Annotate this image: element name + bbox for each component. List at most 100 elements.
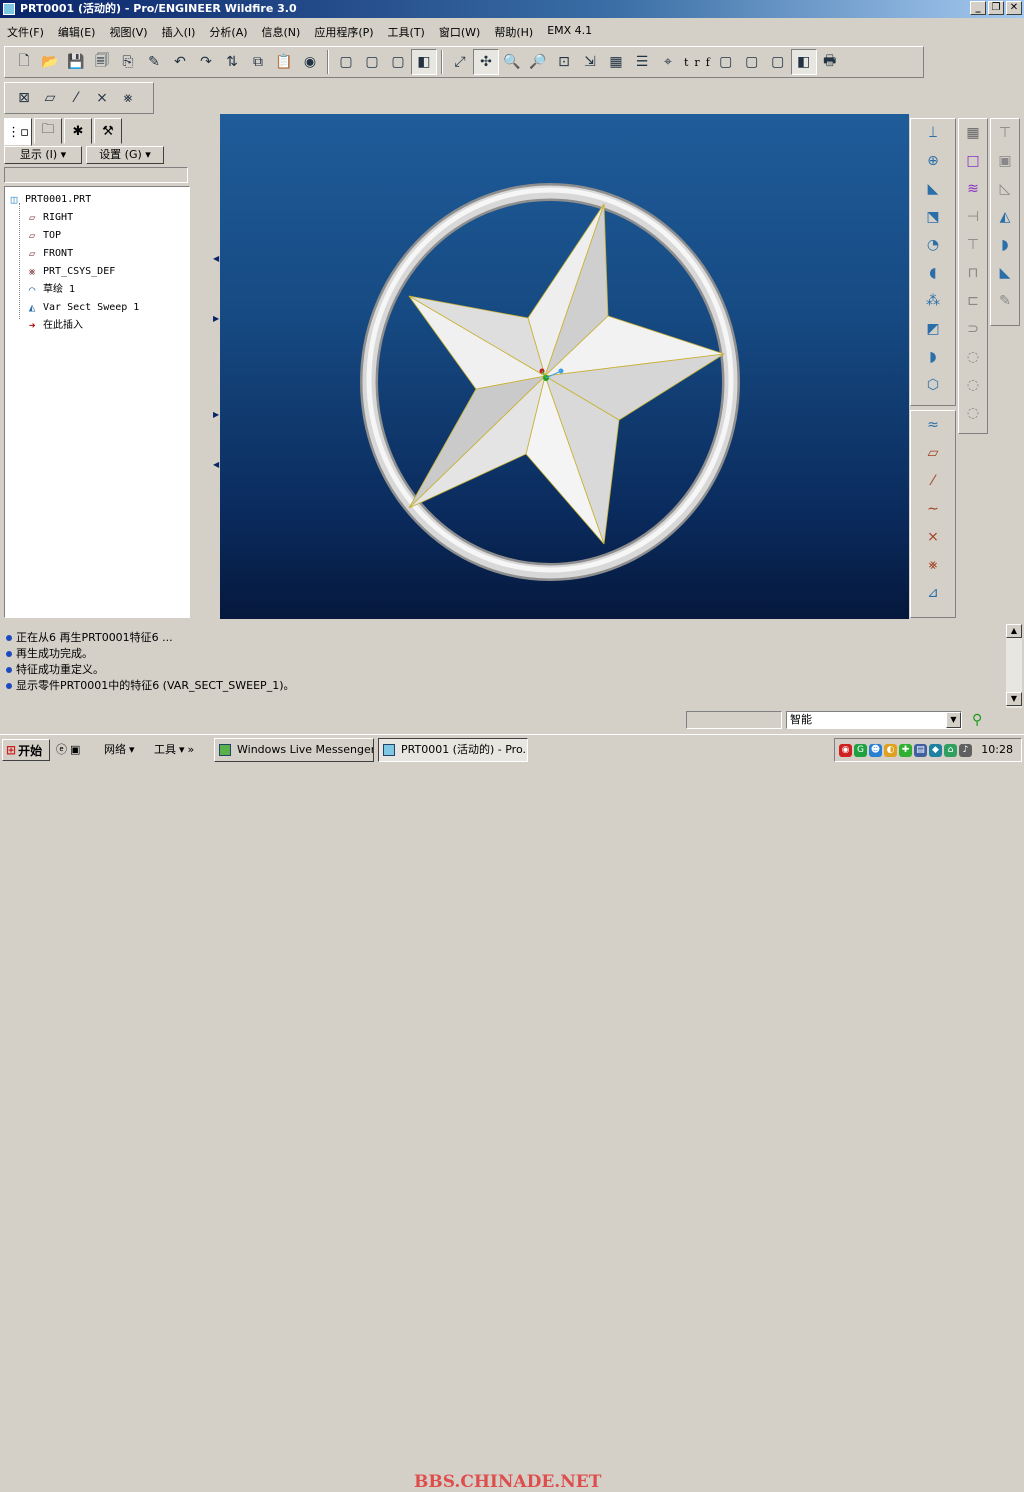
tab-model-tree[interactable]: ⋮▫ [4, 118, 32, 146]
tab-connections[interactable]: ⚒ [94, 118, 122, 144]
shading-icon[interactable]: ◧ [411, 49, 437, 75]
round-tool-icon[interactable]: ◔ [920, 231, 946, 259]
menu-analysis[interactable]: 分析(A) [202, 22, 254, 42]
solidify-icon[interactable]: ◌ [960, 371, 986, 399]
datum-tag-r[interactable]: r [691, 56, 702, 69]
desktop-icon[interactable]: ▣ [70, 743, 80, 756]
spinal-bend-icon[interactable]: ◗ [992, 231, 1018, 259]
grid-icon[interactable]: ▦ [960, 119, 986, 147]
hole-tool-icon[interactable]: ⟘ [920, 119, 946, 147]
save-icon[interactable]: 💾 [63, 49, 89, 75]
new-file-icon[interactable]: 🗋 [11, 49, 37, 75]
datum-point-on-icon[interactable]: ⨯ [89, 85, 115, 111]
open-folder-icon[interactable]: 📂 [37, 49, 63, 75]
datum-display-icon[interactable]: ▢ [713, 49, 739, 75]
menu-applications[interactable]: 应用程序(P) [307, 22, 380, 42]
tree-item-sketch[interactable]: ⌒ 草绘 1 [25, 282, 75, 298]
point-display-icon[interactable]: ▢ [765, 49, 791, 75]
toroidal-bend-icon[interactable]: ◭ [992, 203, 1018, 231]
intersect-icon[interactable]: ◌ [960, 399, 986, 427]
tree-item-part[interactable]: ◫ PRT0001.PRT [7, 192, 92, 208]
trim-tool-icon[interactable]: ⬡ [920, 371, 946, 399]
orient-icon[interactable]: ⇲ [577, 49, 603, 75]
redo-icon[interactable]: ↷ [193, 49, 219, 75]
datum-point-tool-icon[interactable]: ⨯ [920, 523, 946, 551]
menu-window[interactable]: 窗口(W) [432, 22, 487, 42]
cosmetic-icon[interactable]: ✎ [992, 287, 1018, 315]
menu-edit[interactable]: 编辑(E) [51, 22, 103, 42]
ie-icon[interactable]: ⓔ [56, 741, 67, 757]
sweep-tool-icon[interactable]: ⊣ [960, 203, 986, 231]
mirror-tool-icon[interactable]: ◩ [920, 315, 946, 343]
tray-messenger-icon[interactable]: ☻ [869, 743, 882, 757]
csys-tool-icon[interactable]: ⨳ [920, 551, 946, 579]
paste-icon[interactable]: 📋 [271, 49, 297, 75]
tray-network-icon[interactable]: ▤ [914, 743, 927, 757]
menu-emx[interactable]: EMX 4.1 [540, 22, 599, 42]
menu-info[interactable]: 信息(N) [255, 22, 308, 42]
tab-favorites[interactable]: ✱ [64, 118, 92, 144]
tab-folder-browser[interactable]: 🗀 [34, 118, 62, 144]
collapse-left-icon[interactable]: ◀ [213, 460, 219, 469]
menu-help[interactable]: 帮助(H) [487, 22, 540, 42]
tray-app-icon[interactable]: ◐ [884, 743, 897, 757]
saved-views-icon[interactable]: ▦ [603, 49, 629, 75]
datum-curve-sketch-icon[interactable]: ≈ [920, 411, 946, 439]
edit-pencil-icon[interactable]: ✎ [141, 49, 167, 75]
scroll-track[interactable] [1006, 638, 1022, 692]
undo-icon[interactable]: ↶ [167, 49, 193, 75]
layers-icon[interactable]: ☰ [629, 49, 655, 75]
chevron-down-icon[interactable]: ▼ [946, 712, 961, 728]
project-icon[interactable]: ⊤ [992, 119, 1018, 147]
close-button[interactable]: ✕ [1006, 1, 1022, 15]
boundary-icon[interactable]: ⊏ [960, 287, 986, 315]
menu-tools[interactable]: 工具(T) [381, 22, 432, 42]
menu-view[interactable]: 视图(V) [102, 22, 154, 42]
tray-volume-icon[interactable]: ♪ [959, 743, 972, 757]
tree-filter-input[interactable] [4, 167, 188, 183]
axis-display-icon[interactable]: ▢ [739, 49, 765, 75]
print-icon[interactable]: 🖶 [817, 49, 843, 75]
tools-toolbar[interactable]: 工具 ▾ » [154, 741, 194, 757]
menu-file[interactable]: 文件(F) [0, 22, 51, 42]
expand-right-icon[interactable]: ▶ [213, 314, 219, 323]
refit-icon[interactable]: ⊡ [551, 49, 577, 75]
view-manager-icon[interactable]: ⌖ [655, 49, 681, 75]
settings-dropdown[interactable]: 设置 (G) ▾ [86, 146, 164, 164]
rib-tool-icon[interactable]: ◣ [920, 175, 946, 203]
tray-app-icon[interactable]: ⌂ [944, 743, 957, 757]
start-button[interactable]: ⊞ 开始 [2, 739, 50, 761]
tray-app-icon[interactable]: G [854, 743, 867, 757]
menu-insert[interactable]: 插入(I) [155, 22, 203, 42]
datum-axis-on-icon[interactable]: ⁄ [63, 85, 89, 111]
message-scrollbar[interactable]: ▲ ▼ [1006, 624, 1022, 708]
scroll-down-icon[interactable]: ▼ [1006, 692, 1022, 706]
copy-icon[interactable]: ⧉ [245, 49, 271, 75]
network-toolbar[interactable]: 网络 ▾ [104, 741, 135, 757]
chamfer-tool-icon[interactable]: ◖ [920, 259, 946, 287]
regenerate-icon[interactable]: ⇅ [219, 49, 245, 75]
show-dropdown[interactable]: 显示 (I) ▾ [4, 146, 82, 164]
tree-item-insert-here[interactable]: ➜ 在此插入 [25, 318, 83, 334]
clock[interactable]: 10:28 [981, 743, 1013, 756]
extrude-icon[interactable]: □ [960, 147, 986, 175]
expand-right-icon[interactable]: ▶ [213, 410, 219, 419]
thicken-icon[interactable]: ◌ [960, 343, 986, 371]
backup-icon[interactable]: ⎘ [115, 49, 141, 75]
spin-center-icon[interactable]: ✣ [473, 49, 499, 75]
tree-item-sweep[interactable]: ◭ Var Sect Sweep 1 [25, 300, 140, 316]
task-proengineer[interactable]: PRT0001 (活动的) - Pro... [378, 738, 528, 762]
shell-tool-icon[interactable]: ⊕ [920, 147, 946, 175]
datum-tag-t[interactable]: t [681, 56, 691, 69]
tree-item-right[interactable]: ▱ RIGHT [25, 210, 73, 226]
tree-item-top[interactable]: ▱ TOP [25, 228, 61, 244]
ear-icon[interactable]: ◺ [992, 175, 1018, 203]
tray-app-icon[interactable]: ◆ [929, 743, 942, 757]
scroll-up-icon[interactable]: ▲ [1006, 624, 1022, 638]
merge-tool-icon[interactable]: ◗ [920, 343, 946, 371]
draft-tool-icon[interactable]: ⬔ [920, 203, 946, 231]
more-label[interactable]: » [188, 743, 195, 756]
pattern-tool-icon[interactable]: ⁂ [920, 287, 946, 315]
datum-curve-tool-icon[interactable]: ∼ [920, 495, 946, 523]
wireframe-icon[interactable]: ▢ [333, 49, 359, 75]
